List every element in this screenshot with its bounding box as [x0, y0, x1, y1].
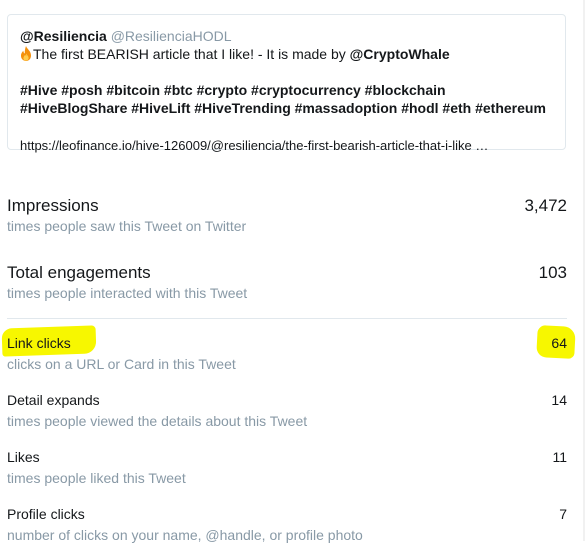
metric-value: 7 [559, 506, 567, 522]
divider [7, 318, 567, 319]
author-handle[interactable]: @ResilienciaHODL [111, 28, 232, 44]
hashtags-line-1[interactable]: #Hive #posh #bitcoin #btc #crypto #crypt… [20, 81, 555, 99]
author-name[interactable]: @Resiliencia [20, 28, 107, 44]
metric-value: 14 [551, 392, 567, 408]
metric-value: 103 [538, 263, 567, 282]
tweet-author-line: @Resiliencia @ResilienciaHODL [20, 27, 555, 45]
metric-title: Link clicks [7, 335, 71, 351]
metric-description: clicks on a URL or Card in this Tweet [7, 356, 236, 372]
metric-description: times people interacted with this Tweet [7, 285, 248, 301]
tweet-content: @Resiliencia @ResilienciaHODL The first … [20, 27, 555, 154]
metric-description: times people liked this Tweet [7, 470, 186, 486]
tweet-url-link[interactable]: https://leofinance.io/hive-126009/@resil… [20, 137, 555, 154]
metric-title: Profile clicks [7, 506, 85, 522]
tweet-text-line: The first BEARISH article that I like! -… [20, 45, 555, 63]
metric-description: times people viewed the details about th… [7, 413, 308, 429]
fire-icon [21, 46, 31, 61]
tweet-card[interactable]: @Resiliencia @ResilienciaHODL The first … [7, 14, 566, 153]
hashtags-line-2[interactable]: #HiveBlogShare #HiveLift #HiveTrending #… [20, 99, 555, 117]
tweet-text: The first BEARISH article that I like! -… [33, 46, 350, 62]
mention-link[interactable]: @CryptoWhale [350, 46, 450, 62]
metric-value: 11 [552, 449, 567, 465]
metric-title: Likes [7, 449, 40, 465]
metric-title: Total engagements [7, 263, 151, 282]
metric-title: Impressions [7, 196, 99, 215]
metric-value: 3,472 [524, 196, 567, 215]
metric-description: times people saw this Tweet on Twitter [7, 218, 247, 234]
metric-title: Detail expands [7, 392, 100, 408]
metric-value: 64 [551, 335, 567, 351]
